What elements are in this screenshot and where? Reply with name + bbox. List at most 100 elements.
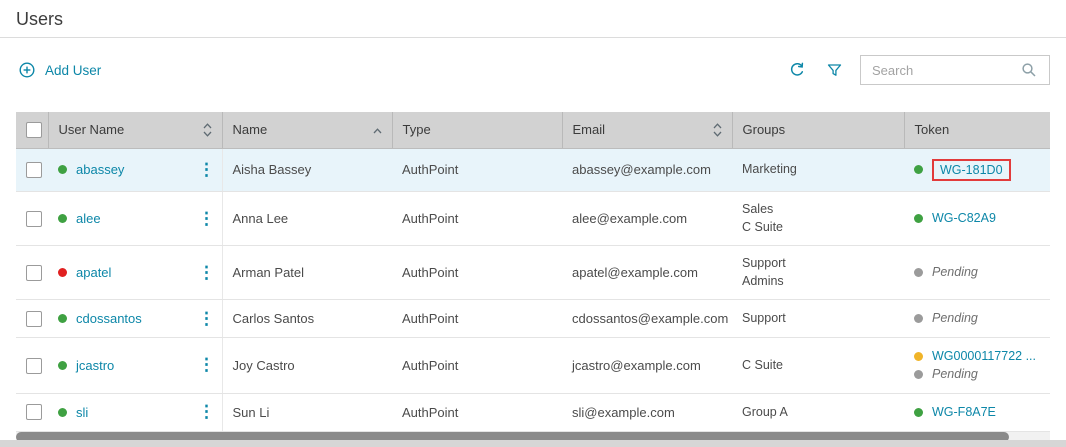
row-menu-cell: ⋮ [188,300,222,338]
search-icon[interactable] [1018,59,1040,81]
row-select-cell [16,394,48,432]
row-menu-cell: ⋮ [188,338,222,394]
name-value: Sun Li [233,405,270,420]
token-line: Pending [914,264,1040,281]
name-value: Aisha Bassey [233,162,312,177]
column-header-name[interactable]: Name [222,112,392,148]
sort-updown-icon[interactable] [713,123,722,137]
row-select-cell [16,192,48,246]
column-header-token[interactable]: Token [904,112,1050,148]
table-body: abassey⋮Aisha BasseyAuthPointabassey@exa… [16,148,1050,431]
token-line: WG-C82A9 [914,210,1040,227]
token-cell: Pending [904,246,1050,300]
header-row: User Name Name TypeEmailGroups Token [16,112,1050,148]
token-cell: WG0000117722 ...Pending [904,338,1050,394]
row-menu-kebab-icon[interactable]: ⋮ [198,309,215,328]
token-link[interactable]: WG0000117722 ... [932,348,1036,365]
group-name: Group A [742,404,894,422]
sort-updown-icon[interactable] [203,123,212,137]
token-link[interactable]: WG-C82A9 [932,210,996,227]
email-value: jcastro@example.com [572,358,701,373]
token-line: WG-181D0 [914,159,1040,182]
row-menu-cell: ⋮ [188,246,222,300]
email-value: sli@example.com [572,405,675,420]
user-name-link[interactable]: apatel [76,264,111,282]
add-plus-circle-icon [16,59,38,81]
user-status-dot [58,165,67,174]
row-checkbox[interactable] [26,162,42,178]
token-status-dot [914,408,923,417]
refresh-icon[interactable] [786,59,808,81]
name-cell: Aisha Bassey [222,148,392,192]
row-select-cell [16,246,48,300]
user-name-link[interactable]: sli [76,404,88,422]
type-cell: AuthPoint [392,246,562,300]
name-value: Joy Castro [233,358,295,373]
column-label: Name [233,122,268,137]
row-checkbox[interactable] [26,358,42,374]
user-name-link[interactable]: jcastro [76,357,114,375]
title-divider [0,37,1066,38]
groups-cell: SalesC Suite [732,192,904,246]
row-checkbox[interactable] [26,311,42,327]
column-header-type[interactable]: Type [392,112,562,148]
token-line: WG0000117722 ... [914,348,1040,365]
column-label: User Name [59,122,125,137]
user-name-cell: alee [48,192,188,246]
table-row: jcastro ⋮ Joy Castro AuthPoint jcastro@examp… [16,338,1050,394]
name-cell: Arman Patel [222,246,392,300]
token-link[interactable]: WG-181D0 [940,163,1003,177]
name-value: Arman Patel [233,265,305,280]
annotation-highlight-box: WG-181D0 [932,159,1011,182]
select-all-cell [16,112,48,148]
email-cell: jcastro@example.com [562,338,732,394]
row-checkbox[interactable] [26,265,42,281]
filter-icon[interactable] [823,59,845,81]
row-menu-kebab-icon[interactable]: ⋮ [198,263,215,282]
row-menu-kebab-icon[interactable]: ⋮ [198,160,215,179]
email-value: apatel@example.com [572,265,698,280]
table-row: abassey⋮Aisha BasseyAuthPointabassey@exa… [16,148,1050,192]
token-line: WG-F8A7E [914,404,1040,421]
user-status-dot [58,268,67,277]
type-value: AuthPoint [402,311,458,326]
row-select-cell [16,148,48,192]
name-cell: Joy Castro [222,338,392,394]
row-checkbox[interactable] [26,211,42,227]
user-status-dot [58,361,67,370]
add-user-button[interactable]: Add User [16,59,101,81]
row-menu-kebab-icon[interactable]: ⋮ [198,209,215,228]
row-checkbox[interactable] [26,404,42,420]
user-status-dot [58,314,67,323]
column-header-username[interactable]: User Name [48,112,222,148]
group-name: C Suite [742,219,894,237]
type-cell: AuthPoint [392,148,562,192]
search-input[interactable] [870,62,1012,79]
toolbar: Add User [16,54,1050,86]
type-value: AuthPoint [402,211,458,226]
users-table: User Name Name TypeEmailGroups Token abasse… [16,112,1050,432]
token-link[interactable]: WG-F8A7E [932,404,996,421]
row-menu-cell: ⋮ [188,148,222,192]
column-header-email[interactable]: Email [562,112,732,148]
select-all-checkbox[interactable] [26,122,42,138]
name-cell: Carlos Santos [222,300,392,338]
sort-asc-icon[interactable] [373,122,382,137]
user-status-dot [58,214,67,223]
user-name-cell: sli [48,394,188,432]
type-value: AuthPoint [402,358,458,373]
groups-cell: SupportAdmins [732,246,904,300]
email-cell: cdossantos@example.com [562,300,732,338]
user-name-link[interactable]: alee [76,210,101,228]
row-menu-kebab-icon[interactable]: ⋮ [198,355,215,374]
row-menu-kebab-icon[interactable]: ⋮ [198,402,215,421]
column-label: Token [915,122,950,137]
user-name-cell: apatel [48,246,188,300]
column-header-groups[interactable]: Groups [732,112,904,148]
token-status-dot [914,214,923,223]
token-line: Pending [914,366,1040,383]
user-name-link[interactable]: cdossantos [76,310,142,328]
email-cell: apatel@example.com [562,246,732,300]
user-name-link[interactable]: abassey [76,161,124,179]
user-name-cell: abassey [48,148,188,192]
